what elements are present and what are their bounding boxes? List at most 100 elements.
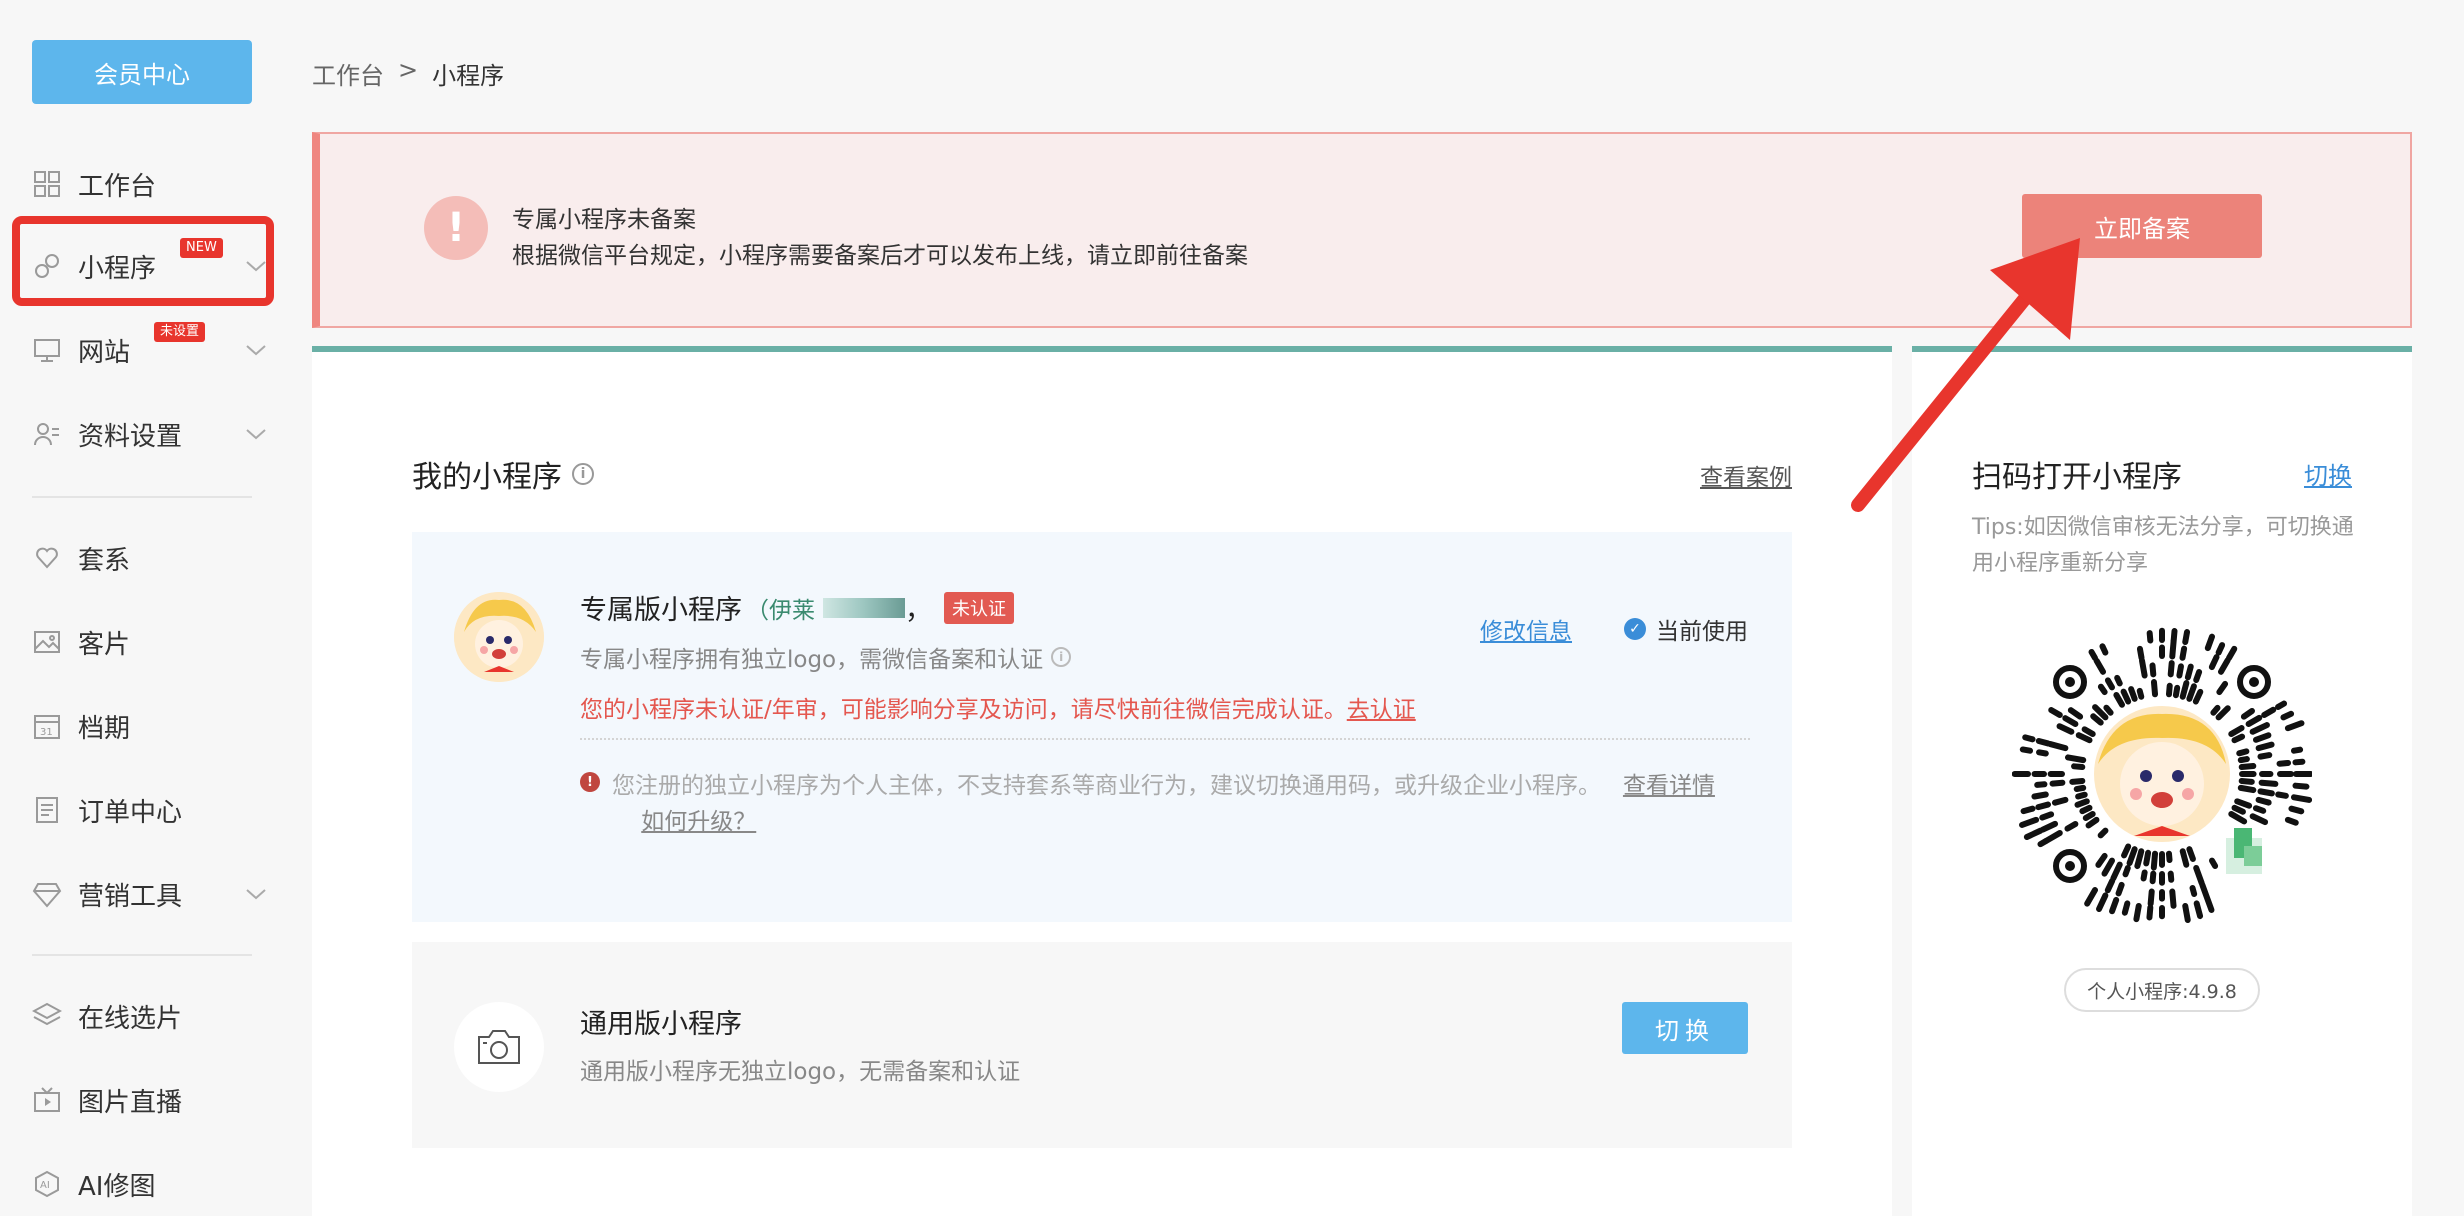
qr-module [2238, 777, 2255, 785]
chevron-down-icon[interactable] [244, 882, 268, 906]
sidebar-item-schedule[interactable]: 31 档期 [32, 696, 268, 756]
qr-module [2074, 798, 2090, 808]
qr-module [2245, 714, 2263, 727]
qr-module [2249, 813, 2269, 826]
exclusive-title: 专属版小程序 [580, 595, 742, 626]
verification-warning: 您的小程序未认证/年审，可能影响分享及访问，请尽快前往微信完成认证。去认证 [580, 690, 1416, 724]
sidebar-item-marketing[interactable]: 营销工具 [32, 864, 268, 924]
qr-module [2192, 688, 2204, 705]
sidebar-item-label: AI修图 [78, 1171, 156, 1202]
qr-module [2167, 870, 2175, 883]
svg-text:AI: AI [40, 1180, 50, 1191]
alert-description: 根据微信平台规定，小程序需要备案后才可以发布上线，请立即前往备案 [512, 243, 1248, 269]
qr-module [2136, 645, 2145, 661]
qr-module [2104, 677, 2115, 691]
qr-module [2093, 657, 2106, 675]
sidebar-item-photos[interactable]: 客片 [32, 612, 268, 672]
miniprogram-qr-code [2011, 624, 2314, 924]
qr-module [2216, 680, 2229, 696]
diamond-icon [32, 879, 62, 909]
chevron-down-icon[interactable] [244, 422, 268, 446]
view-cases-link[interactable]: 查看案例 [1700, 458, 1792, 492]
owner-suffix: ， [905, 595, 932, 626]
general-miniprogram-box: 通用版小程序 通用版小程序无独立logo，无需备案和认证 切换 [412, 942, 1792, 1148]
qr-module [2228, 725, 2245, 737]
qr-module [2284, 816, 2299, 826]
qr-module [2204, 633, 2215, 652]
qr-module [2231, 733, 2246, 744]
qr-module [2088, 648, 2098, 661]
qr-module [2179, 848, 2190, 868]
qr-module [2149, 870, 2157, 885]
qr-module [2039, 820, 2059, 833]
section-title: 我的小程序 i [412, 452, 594, 496]
qr-module [2184, 663, 2194, 681]
view-details-link[interactable]: 查看详情 [1623, 773, 1715, 799]
scan-switch-link[interactable]: 切换 [2304, 456, 2352, 491]
qr-module [2275, 791, 2289, 799]
qr-module [2258, 779, 2279, 787]
qr-module [2234, 798, 2253, 809]
tv-icon [32, 1085, 62, 1115]
how-to-upgrade-link[interactable]: 如何升级？ [641, 809, 756, 835]
document-icon [32, 795, 62, 825]
sidebar-item-ai-retouch[interactable]: AI AI修图 [32, 1154, 268, 1214]
current-label: 当前使用 [1656, 619, 1748, 645]
qr-module [2110, 861, 2123, 882]
qr-module [2280, 710, 2295, 721]
unset-badge: 未设置 [154, 322, 206, 342]
file-now-button[interactable]: 立即备案 [2022, 194, 2262, 258]
qr-module [2035, 801, 2052, 811]
edit-info-link[interactable]: 修改信息 [1480, 612, 1572, 646]
qr-module [2064, 754, 2087, 764]
breadcrumb-separator: > [398, 56, 419, 84]
qr-module [2169, 888, 2177, 909]
sidebar-item-live[interactable]: 图片直播 [32, 1070, 268, 1130]
qr-module [2238, 763, 2257, 771]
qr-module [2073, 784, 2087, 793]
qr-module [2064, 821, 2079, 832]
alert-title: 专属小程序未备案 [512, 207, 696, 233]
qr-module [2167, 660, 2175, 678]
qr-module [2069, 777, 2086, 785]
go-verify-link[interactable]: 去认证 [1347, 697, 1416, 723]
info-icon[interactable]: i [572, 463, 594, 485]
qr-module [2036, 749, 2049, 757]
calendar-icon: 31 [32, 711, 62, 741]
sidebar-item-workbench[interactable]: 工作台 [32, 154, 268, 214]
sidebar-item-website[interactable]: 网站 未设置 [32, 320, 268, 380]
sidebar-item-label: 套系 [78, 545, 131, 576]
qr-module [2075, 732, 2093, 744]
qr-module [2189, 884, 2198, 898]
qr-module [2122, 864, 2131, 878]
qr-module [2104, 877, 2116, 894]
sidebar-item-package[interactable]: 套系 [32, 528, 268, 588]
sidebar-item-online-select[interactable]: 在线选片 [32, 986, 268, 1046]
qr-module [2292, 782, 2310, 790]
qr-module [2133, 902, 2142, 923]
unverified-tag: 未认证 [944, 591, 1014, 624]
qr-module [2039, 811, 2055, 821]
sidebar-item-profile[interactable]: 资料设置 [32, 404, 268, 464]
qr-module [2170, 628, 2178, 644]
qr-module [2049, 779, 2066, 787]
general-desc: 通用版小程序无独立logo，无需备案和认证 [580, 1059, 1021, 1085]
qr-module [2275, 700, 2288, 710]
info-icon[interactable]: i [1051, 647, 1072, 667]
qr-module [2186, 683, 2197, 702]
qr-module [2182, 629, 2191, 646]
breadcrumb-root[interactable]: 工作台 [312, 56, 384, 91]
chevron-down-icon[interactable] [244, 338, 268, 362]
qr-module [2096, 892, 2109, 913]
qr-module [2139, 657, 2148, 679]
member-center-button[interactable]: 会员中心 [32, 40, 252, 104]
qr-module [2176, 663, 2184, 679]
qr-module [2150, 679, 2159, 698]
qr-module [2150, 850, 2159, 871]
sidebar-item-orders[interactable]: 订单中心 [32, 780, 268, 840]
qr-module [2143, 849, 2152, 867]
qr-module [2146, 630, 2154, 644]
switch-button[interactable]: 切换 [1622, 1002, 1748, 1054]
exclusive-miniprogram-box: 专属版小程序 （伊莱 ， 未认证 专属小程序拥有独立logo，需微信备案和认证 … [412, 532, 1792, 922]
qr-module [2048, 707, 2063, 718]
